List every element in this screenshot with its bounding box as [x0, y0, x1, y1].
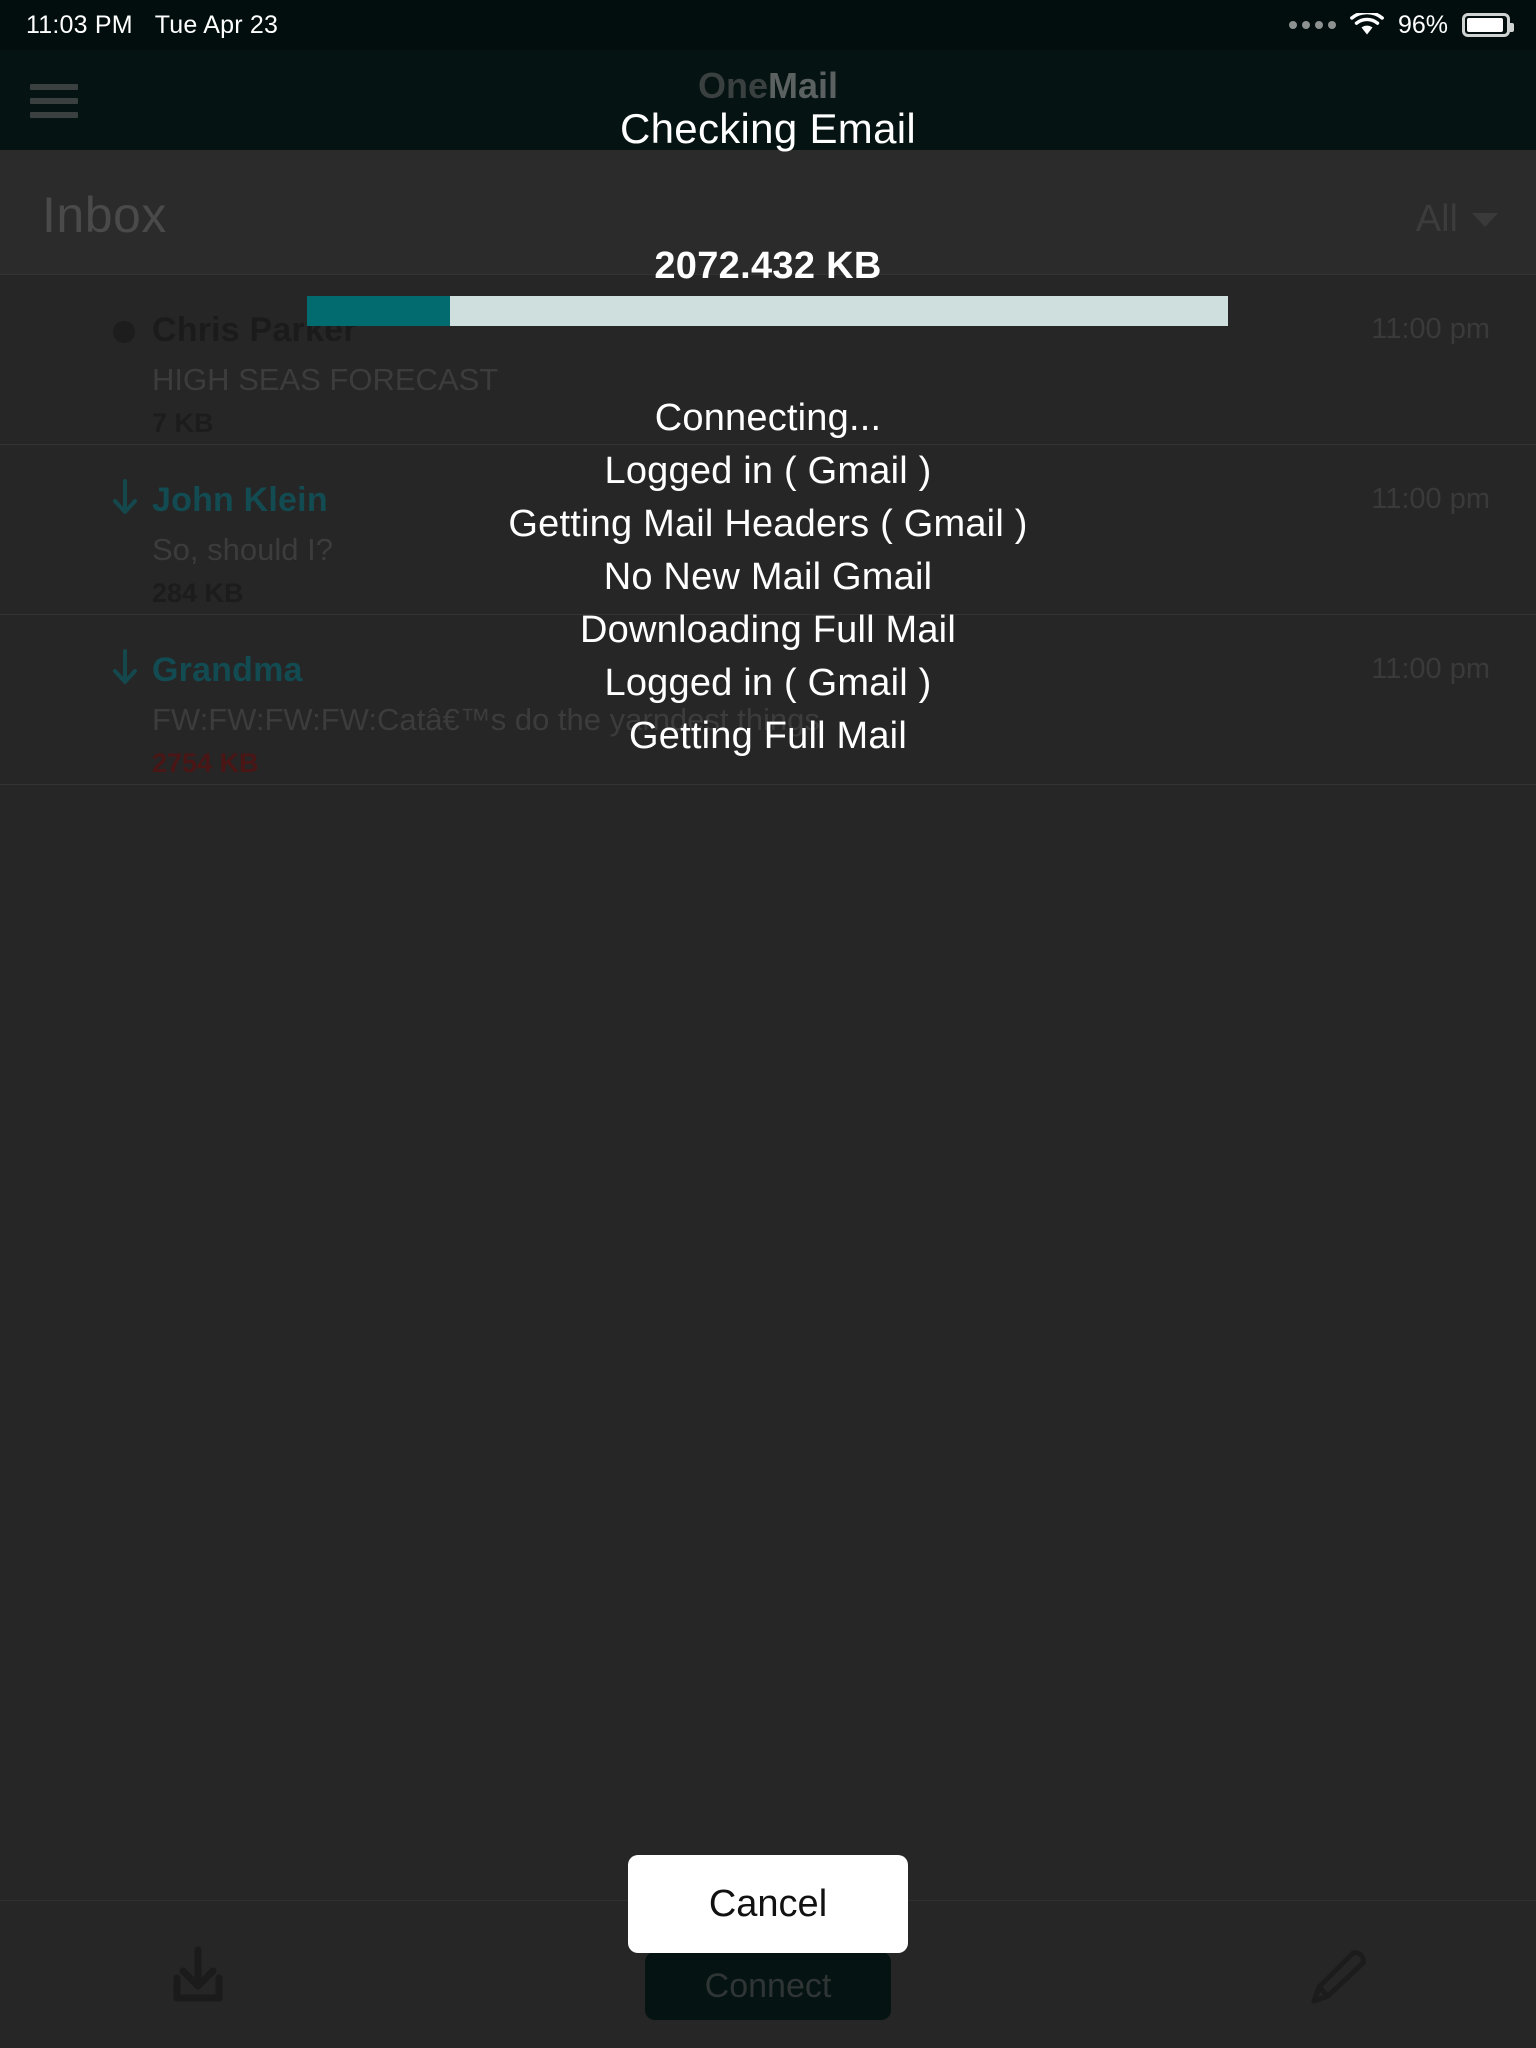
mail-size: 2754 KB — [152, 748, 259, 778]
status-bar-left: 11:03 PM Tue Apr 23 — [26, 11, 278, 40]
chevron-down-icon — [1472, 212, 1498, 227]
mail-size: 284 KB — [152, 578, 244, 608]
battery-icon — [1462, 13, 1514, 37]
table-row[interactable]: Grandma FW:FW:FW:FW:Catâ€™s do the yarnd… — [0, 615, 1536, 785]
table-row[interactable]: John Klein So, should I? 284 KB 11:00 pm — [0, 445, 1536, 615]
app-bar: OneMail — [0, 50, 1536, 150]
mail-list: Chris Parker HIGH SEAS FORECAST 7 KB 11:… — [0, 275, 1536, 785]
mail-size: 7 KB — [152, 408, 214, 438]
filter-dropdown[interactable]: All — [1416, 198, 1498, 241]
mail-subject: So, should I? — [152, 532, 333, 567]
sender-name: Grandma — [152, 651, 303, 689]
mail-subject: HIGH SEAS FORECAST — [152, 362, 499, 397]
mail-time: 11:00 pm — [1371, 653, 1490, 685]
unread-dot-icon — [113, 321, 135, 343]
mail-time: 11:00 pm — [1371, 483, 1490, 515]
cancel-button[interactable]: Cancel — [628, 1855, 908, 1953]
mail-subject: FW:FW:FW:FW:Catâ€™s do the yarndest thin… — [152, 702, 820, 737]
status-date: Tue Apr 23 — [154, 10, 279, 39]
download-arrow-icon — [108, 647, 142, 689]
wifi-icon — [1350, 10, 1384, 37]
app-brand: OneMail — [0, 68, 1536, 104]
filter-label: All — [1415, 198, 1458, 240]
status-time: 11:03 PM — [26, 10, 133, 39]
download-arrow-icon — [108, 477, 142, 519]
status-bar: 11:03 PM Tue Apr 23 96% — [0, 0, 1536, 50]
battery-percent: 96% — [1397, 10, 1448, 39]
page-title: Inbox — [42, 187, 167, 243]
mail-time: 11:00 pm — [1371, 313, 1490, 345]
sender-name: Chris Parker — [152, 311, 357, 349]
brand-one: One — [697, 65, 768, 106]
signal-dots-icon — [1288, 21, 1336, 29]
sender-name: John Klein — [152, 481, 328, 519]
connect-button[interactable]: Connect — [645, 1952, 891, 2020]
pencil-compose-icon[interactable] — [1293, 1937, 1383, 2017]
status-bar-right: 96% — [1288, 10, 1514, 40]
app-screen: 11:03 PM Tue Apr 23 96% OneMail Inbox Al… — [0, 0, 1536, 2048]
inbox-bar: Inbox All — [0, 150, 1536, 275]
brand-mail: Mail — [768, 65, 839, 106]
table-row[interactable]: Chris Parker HIGH SEAS FORECAST 7 KB 11:… — [0, 275, 1536, 445]
download-inbox-icon[interactable] — [153, 1937, 243, 2017]
